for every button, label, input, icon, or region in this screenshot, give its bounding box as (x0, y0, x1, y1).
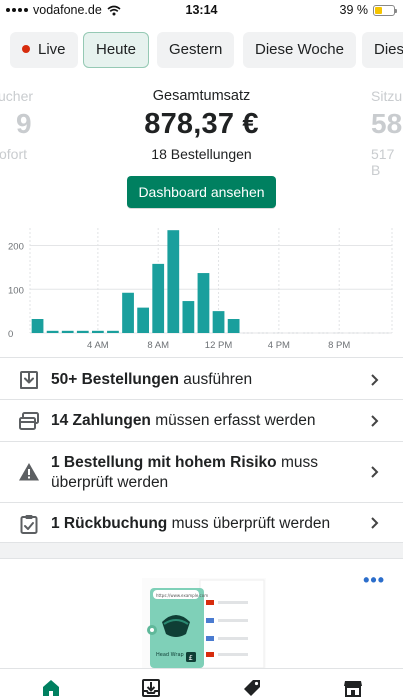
task-label: 1 Bestellung mit hohem Risiko muss überp… (51, 454, 318, 491)
view-dashboard-button[interactable]: Dashboard ansehen (127, 176, 276, 208)
chart-bar (227, 319, 240, 333)
chevron-right-icon (371, 466, 379, 478)
store-icon[interactable] (343, 678, 363, 698)
metric-total-sales-value: 878,37 € (144, 108, 259, 140)
card-stack-icon (19, 412, 39, 430)
chart-bar (167, 230, 180, 333)
metric-title: Gesamtumsatz (152, 88, 251, 104)
bottom-navigation (0, 668, 403, 700)
task-chargeback[interactable]: 1 Rückbuchung muss überprüft werden (0, 502, 403, 543)
online-store-illustration: https://www.example.com Head Wrap £ (142, 578, 266, 670)
date-filter-chips: Live Heute Gestern Diese Woche Dies (0, 32, 403, 70)
chip-label: Diese Woche (255, 41, 344, 58)
chart-bar (91, 330, 104, 333)
live-dot-icon (22, 45, 30, 53)
task-high-risk-order[interactable]: 1 Bestellung mit hohem Risiko muss überp… (0, 441, 403, 502)
chart-bar (212, 311, 225, 333)
chart-x-tick-label: 12 PM (205, 340, 233, 351)
metric-right-sub: 517 B (371, 146, 395, 178)
chevron-right-icon (371, 374, 379, 386)
chart-y-tick-label: 100 (8, 285, 24, 296)
chart-y-tick-label: 200 (8, 242, 24, 253)
chip-label: Dies (374, 41, 403, 58)
more-options-button[interactable]: ••• (363, 570, 385, 591)
illustration-product: Head Wrap (156, 652, 184, 658)
chart-bar (152, 263, 165, 333)
chart-bar (76, 330, 89, 333)
chart-y-tick-label: 0 (8, 329, 13, 340)
chart-bar (31, 319, 44, 333)
task-fulfill-orders[interactable]: 50+ Bestellungen ausführen (0, 357, 403, 399)
orders-icon[interactable] (141, 678, 161, 698)
chart-bar (122, 292, 134, 333)
chip-this-month[interactable]: Dies (362, 32, 403, 68)
sales-by-hour-chart: 200 100 0 4 AM 8 AM 12 PM 4 PM 8 PM (8, 228, 393, 351)
section-divider (0, 542, 403, 559)
battery-info: 39 % (339, 3, 397, 17)
download-box-icon (20, 371, 38, 389)
chip-this-week[interactable]: Diese Woche (243, 32, 356, 68)
chip-label: Live (38, 41, 66, 58)
chart-bar (46, 330, 59, 333)
task-label: 14 Zahlungen müssen erfasst werden (51, 412, 316, 429)
chip-label: Heute (96, 41, 137, 58)
chip-live[interactable]: Live (10, 32, 78, 68)
chart-bar (197, 273, 210, 333)
chip-label: Gestern (169, 41, 223, 58)
chart-bar (107, 330, 119, 333)
metric-right-value[interactable]: 58 (371, 108, 402, 140)
task-label: 50+ Bestellungen ausführen (51, 371, 253, 388)
tag-icon[interactable] (242, 678, 262, 698)
chart-x-tick-label: 4 PM (268, 340, 290, 351)
metric-orders-count: 18 Bestellungen (151, 146, 252, 162)
battery-percent: 39 % (339, 3, 369, 17)
metric-right-title: Sitzu (371, 88, 403, 104)
chart-bar (137, 307, 150, 333)
chart-x-tick-label: 4 AM (87, 340, 109, 351)
home-icon[interactable] (41, 678, 61, 698)
clipboard-check-icon (20, 515, 38, 534)
battery-icon (373, 4, 397, 16)
chevron-right-icon (371, 517, 379, 529)
chart-bar (61, 330, 74, 333)
illustration-url: https://www.example.com (156, 593, 208, 598)
chart-x-tick-label: 8 AM (147, 340, 169, 351)
task-capture-payments[interactable]: 14 Zahlungen müssen erfasst werden (0, 399, 403, 441)
chevron-right-icon (371, 415, 379, 427)
chip-today[interactable]: Heute (83, 32, 150, 68)
chart-bar (182, 301, 195, 333)
warning-triangle-icon (19, 463, 39, 481)
svg-text:£: £ (189, 654, 193, 662)
chart-x-tick-label: 8 PM (328, 340, 350, 351)
task-label: 1 Rückbuchung muss überprüft werden (51, 515, 331, 532)
chip-yesterday[interactable]: Gestern (157, 32, 235, 68)
status-bar: vodafone.de 13:14 39 % (0, 0, 403, 22)
